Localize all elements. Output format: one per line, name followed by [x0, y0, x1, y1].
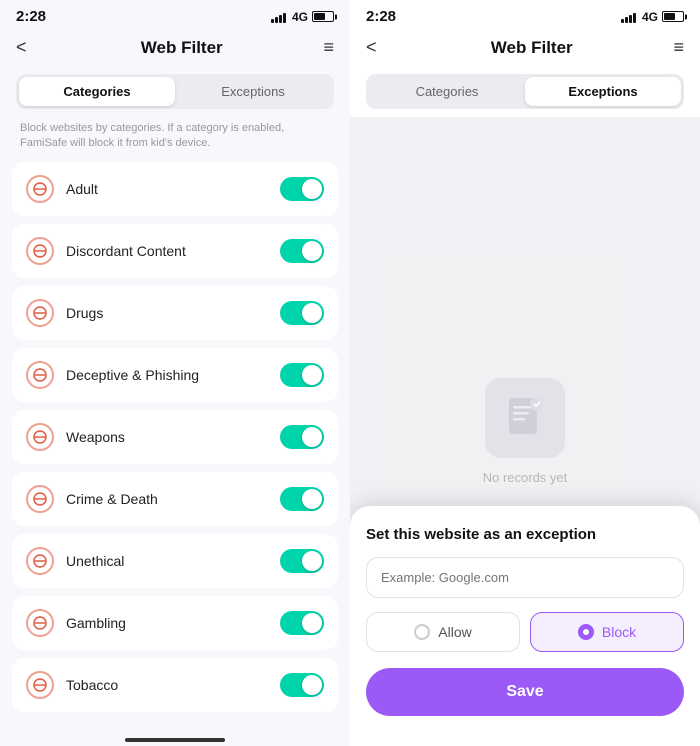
list-item: Weapons — [12, 410, 338, 464]
category-weapons-label: Weapons — [66, 429, 280, 445]
right-panel: 2:28 4G < Web Filter ≡ Categories Except… — [350, 0, 700, 746]
block-icon — [26, 423, 54, 451]
block-icon — [26, 485, 54, 513]
allow-radio-dot — [414, 624, 430, 640]
left-status-icons: 4G — [271, 10, 334, 24]
right-status-icons: 4G — [621, 10, 684, 24]
right-top-nav: < Web Filter ≡ — [350, 29, 700, 66]
toggle-discordant[interactable] — [280, 239, 324, 263]
left-panel: 2:28 4G < Web Filter ≡ Categories Except… — [0, 0, 350, 746]
block-icon — [26, 237, 54, 265]
battery-icon — [312, 11, 334, 22]
tab-categories-left[interactable]: Categories — [19, 77, 175, 106]
list-item: Drugs — [12, 286, 338, 340]
left-menu-button[interactable]: ≡ — [323, 37, 334, 58]
list-item: Crime & Death — [12, 472, 338, 526]
list-item: Adult — [12, 162, 338, 216]
category-deceptive-label: Deceptive & Phishing — [66, 367, 280, 383]
tab-exceptions-left[interactable]: Exceptions — [175, 77, 331, 106]
network-label: 4G — [292, 10, 308, 24]
category-adult-label: Adult — [66, 181, 280, 197]
category-tobacco-label: Tobacco — [66, 677, 280, 693]
bottom-sheet: Set this website as an exception Allow B… — [350, 506, 700, 746]
block-icon — [26, 547, 54, 575]
left-back-button[interactable]: < — [16, 37, 40, 58]
toggle-deceptive[interactable] — [280, 363, 324, 387]
left-nav-title: Web Filter — [141, 38, 223, 58]
block-icon — [26, 175, 54, 203]
filter-description: Block websites by categories. If a categ… — [0, 117, 350, 162]
right-tab-bar: Categories Exceptions — [366, 74, 684, 109]
list-item: Tobacco — [12, 658, 338, 712]
category-gambling-label: Gambling — [66, 615, 280, 631]
empty-illustration — [485, 378, 565, 458]
allow-label: Allow — [438, 624, 471, 640]
right-time: 2:28 — [366, 8, 396, 25]
toggle-gambling[interactable] — [280, 611, 324, 635]
signal-icon-right — [621, 11, 636, 23]
home-indicator-left — [125, 738, 225, 742]
left-top-nav: < Web Filter ≡ — [0, 29, 350, 66]
category-drugs-label: Drugs — [66, 305, 280, 321]
block-icon — [26, 671, 54, 699]
block-radio-dot — [578, 624, 594, 640]
radio-group: Allow Block — [366, 612, 684, 652]
block-icon — [26, 299, 54, 327]
tab-categories-right[interactable]: Categories — [369, 77, 525, 106]
block-icon — [26, 361, 54, 389]
category-discordant-label: Discordant Content — [66, 243, 280, 259]
right-menu-button[interactable]: ≡ — [673, 37, 684, 58]
toggle-drugs[interactable] — [280, 301, 324, 325]
toggle-unethical[interactable] — [280, 549, 324, 573]
left-status-bar: 2:28 4G — [0, 0, 350, 29]
left-time: 2:28 — [16, 8, 46, 25]
right-nav-title: Web Filter — [491, 38, 573, 58]
signal-icon — [271, 11, 286, 23]
category-crime-label: Crime & Death — [66, 491, 280, 507]
sheet-title: Set this website as an exception — [366, 526, 684, 543]
block-label: Block — [602, 624, 636, 640]
block-option[interactable]: Block — [530, 612, 684, 652]
right-status-bar: 2:28 4G — [350, 0, 700, 29]
toggle-adult[interactable] — [280, 177, 324, 201]
toggle-weapons[interactable] — [280, 425, 324, 449]
category-unethical-label: Unethical — [66, 553, 280, 569]
toggle-crime[interactable] — [280, 487, 324, 511]
save-button[interactable]: Save — [366, 668, 684, 716]
list-item: Deceptive & Phishing — [12, 348, 338, 402]
list-item: Unethical — [12, 534, 338, 588]
left-tab-bar: Categories Exceptions — [16, 74, 334, 109]
list-item: Gambling — [12, 596, 338, 650]
allow-option[interactable]: Allow — [366, 612, 520, 652]
right-back-button[interactable]: < — [366, 37, 390, 58]
empty-text: No records yet — [483, 470, 568, 485]
category-list: Adult Discordant Content Drugs — [0, 162, 350, 732]
battery-icon-right — [662, 11, 684, 22]
toggle-tobacco[interactable] — [280, 673, 324, 697]
network-label-right: 4G — [642, 10, 658, 24]
block-icon — [26, 609, 54, 637]
tab-exceptions-right[interactable]: Exceptions — [525, 77, 681, 106]
url-input[interactable] — [366, 557, 684, 598]
list-item: Discordant Content — [12, 224, 338, 278]
